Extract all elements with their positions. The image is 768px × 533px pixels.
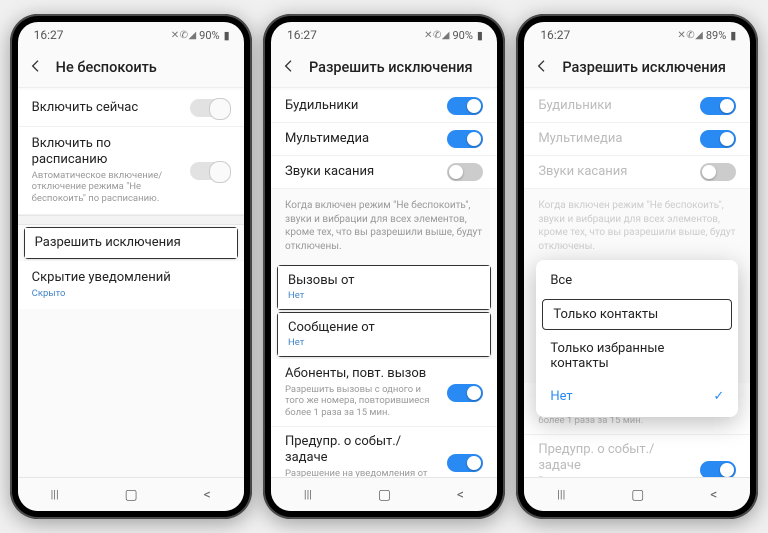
nav-bar: ||| ▢ < bbox=[524, 477, 750, 511]
phone-exceptions: 16:27 ✕ ✆ ◢ 90% ▮ Разрешить исключения Б… bbox=[263, 14, 505, 519]
app-header: Разрешить исключения bbox=[524, 48, 750, 88]
clock: 16:27 bbox=[540, 28, 570, 42]
toggle-touch-sounds[interactable] bbox=[447, 163, 483, 181]
toggle-alarms bbox=[700, 97, 736, 115]
row-enable-now[interactable]: Включить сейчас bbox=[18, 90, 244, 127]
popup-option-favorites[interactable]: Только избранные контакты bbox=[536, 332, 738, 380]
toggle-media bbox=[700, 130, 736, 148]
row-event-alerts: Предупр. о событ./задаче Разрешение на у… bbox=[524, 435, 750, 477]
status-bar: 16:27 ✕ ✆ ◢ 89% ▮ bbox=[524, 22, 750, 48]
row-calls-highlight: Вызовы от Нет bbox=[277, 265, 491, 310]
row-hide-notifications[interactable]: Скрытие уведомлений Скрыто bbox=[18, 261, 244, 308]
row-repeat-callers[interactable]: Абоненты, повт. вызов Разрешить вызовы с… bbox=[271, 359, 497, 427]
back-icon[interactable] bbox=[281, 58, 297, 78]
popup-option-contacts[interactable]: Только контакты bbox=[542, 299, 732, 330]
row-media[interactable]: Мультимедиа bbox=[271, 123, 497, 156]
toggle-media[interactable] bbox=[447, 130, 483, 148]
toggle-event-alerts[interactable] bbox=[447, 454, 483, 472]
status-icons: ✕ ✆ ◢ bbox=[677, 30, 701, 41]
row-media: Мультимедиа bbox=[524, 123, 750, 156]
status-icons: ✕ ✆ ◢ bbox=[424, 30, 448, 41]
page-title: Разрешить исключения bbox=[309, 59, 473, 76]
row-touch-sounds: Звуки касания bbox=[524, 156, 750, 189]
info-note: Когда включен режим "Не беспокоить", зву… bbox=[271, 189, 497, 263]
row-touch-sounds[interactable]: Звуки касания bbox=[271, 156, 497, 189]
nav-bar: ||| ▢ < bbox=[271, 477, 497, 511]
clock: 16:27 bbox=[34, 28, 64, 42]
battery-icon: ▮ bbox=[224, 29, 230, 42]
back-icon[interactable] bbox=[534, 58, 550, 78]
battery-percent: 90% bbox=[199, 29, 219, 42]
back-icon[interactable] bbox=[28, 58, 44, 78]
toggle-event-alerts bbox=[700, 461, 736, 477]
status-bar: 16:27 ✕ ✆ ◢ 90% ▮ bbox=[271, 22, 497, 48]
row-messages-from[interactable]: Сообщение от Нет bbox=[278, 313, 490, 356]
battery-percent: 89% bbox=[706, 29, 726, 42]
page-title: Разрешить исключения bbox=[562, 59, 726, 76]
page-title: Не беспокоить bbox=[56, 59, 157, 76]
calls-from-popup: Все Только контакты Только избранные кон… bbox=[536, 260, 738, 417]
phone-do-not-disturb: 16:27 ✕ ✆ ◢ 90% ▮ Не беспокоить Включить… bbox=[10, 14, 252, 519]
popup-option-none[interactable]: Нет ✓ bbox=[536, 380, 738, 413]
row-exceptions[interactable]: Разрешить исключения bbox=[25, 228, 237, 258]
row-alarms: Будильники bbox=[524, 90, 750, 123]
nav-home-icon[interactable]: ▢ bbox=[631, 487, 644, 503]
battery-percent: 90% bbox=[453, 29, 473, 42]
toggle-alarms[interactable] bbox=[447, 97, 483, 115]
clock: 16:27 bbox=[287, 28, 317, 42]
phone-exceptions-popup: 16:27 ✕ ✆ ◢ 89% ▮ Разрешить исключения Б… bbox=[516, 14, 758, 519]
row-alarms[interactable]: Будильники bbox=[271, 90, 497, 123]
battery-icon: ▮ bbox=[730, 29, 736, 42]
status-icons: ✕ ✆ ◢ bbox=[171, 30, 195, 41]
row-event-alerts[interactable]: Предупр. о событ./задаче Разрешение на у… bbox=[271, 427, 497, 477]
row-schedule[interactable]: Включить по расписанию Автоматическое вк… bbox=[18, 127, 244, 215]
nav-recent-icon[interactable]: ||| bbox=[304, 488, 312, 501]
nav-back-icon[interactable]: < bbox=[457, 487, 464, 503]
nav-home-icon[interactable]: ▢ bbox=[125, 487, 138, 503]
row-calls-from[interactable]: Вызовы от Нет bbox=[278, 266, 490, 309]
app-header: Разрешить исключения bbox=[271, 48, 497, 88]
popup-option-all[interactable]: Все bbox=[536, 264, 738, 297]
toggle-enable-now[interactable] bbox=[190, 99, 230, 117]
row-messages-highlight: Сообщение от Нет bbox=[277, 312, 491, 357]
nav-recent-icon[interactable]: ||| bbox=[557, 488, 565, 501]
toggle-schedule[interactable] bbox=[190, 162, 230, 180]
app-header: Не беспокоить bbox=[18, 48, 244, 88]
battery-icon: ▮ bbox=[477, 29, 483, 42]
nav-recent-icon[interactable]: ||| bbox=[51, 488, 59, 501]
row-exceptions-highlight: Разрешить исключения bbox=[24, 227, 238, 259]
check-icon: ✓ bbox=[713, 389, 724, 404]
info-note: Когда включен режим "Не беспокоить", зву… bbox=[524, 189, 750, 263]
toggle-touch-sounds bbox=[700, 163, 736, 181]
nav-bar: ||| ▢ < bbox=[18, 477, 244, 511]
toggle-repeat-callers[interactable] bbox=[447, 384, 483, 402]
nav-back-icon[interactable]: < bbox=[710, 487, 717, 503]
status-bar: 16:27 ✕ ✆ ◢ 90% ▮ bbox=[18, 22, 244, 48]
nav-home-icon[interactable]: ▢ bbox=[378, 487, 391, 503]
nav-back-icon[interactable]: < bbox=[204, 487, 211, 503]
